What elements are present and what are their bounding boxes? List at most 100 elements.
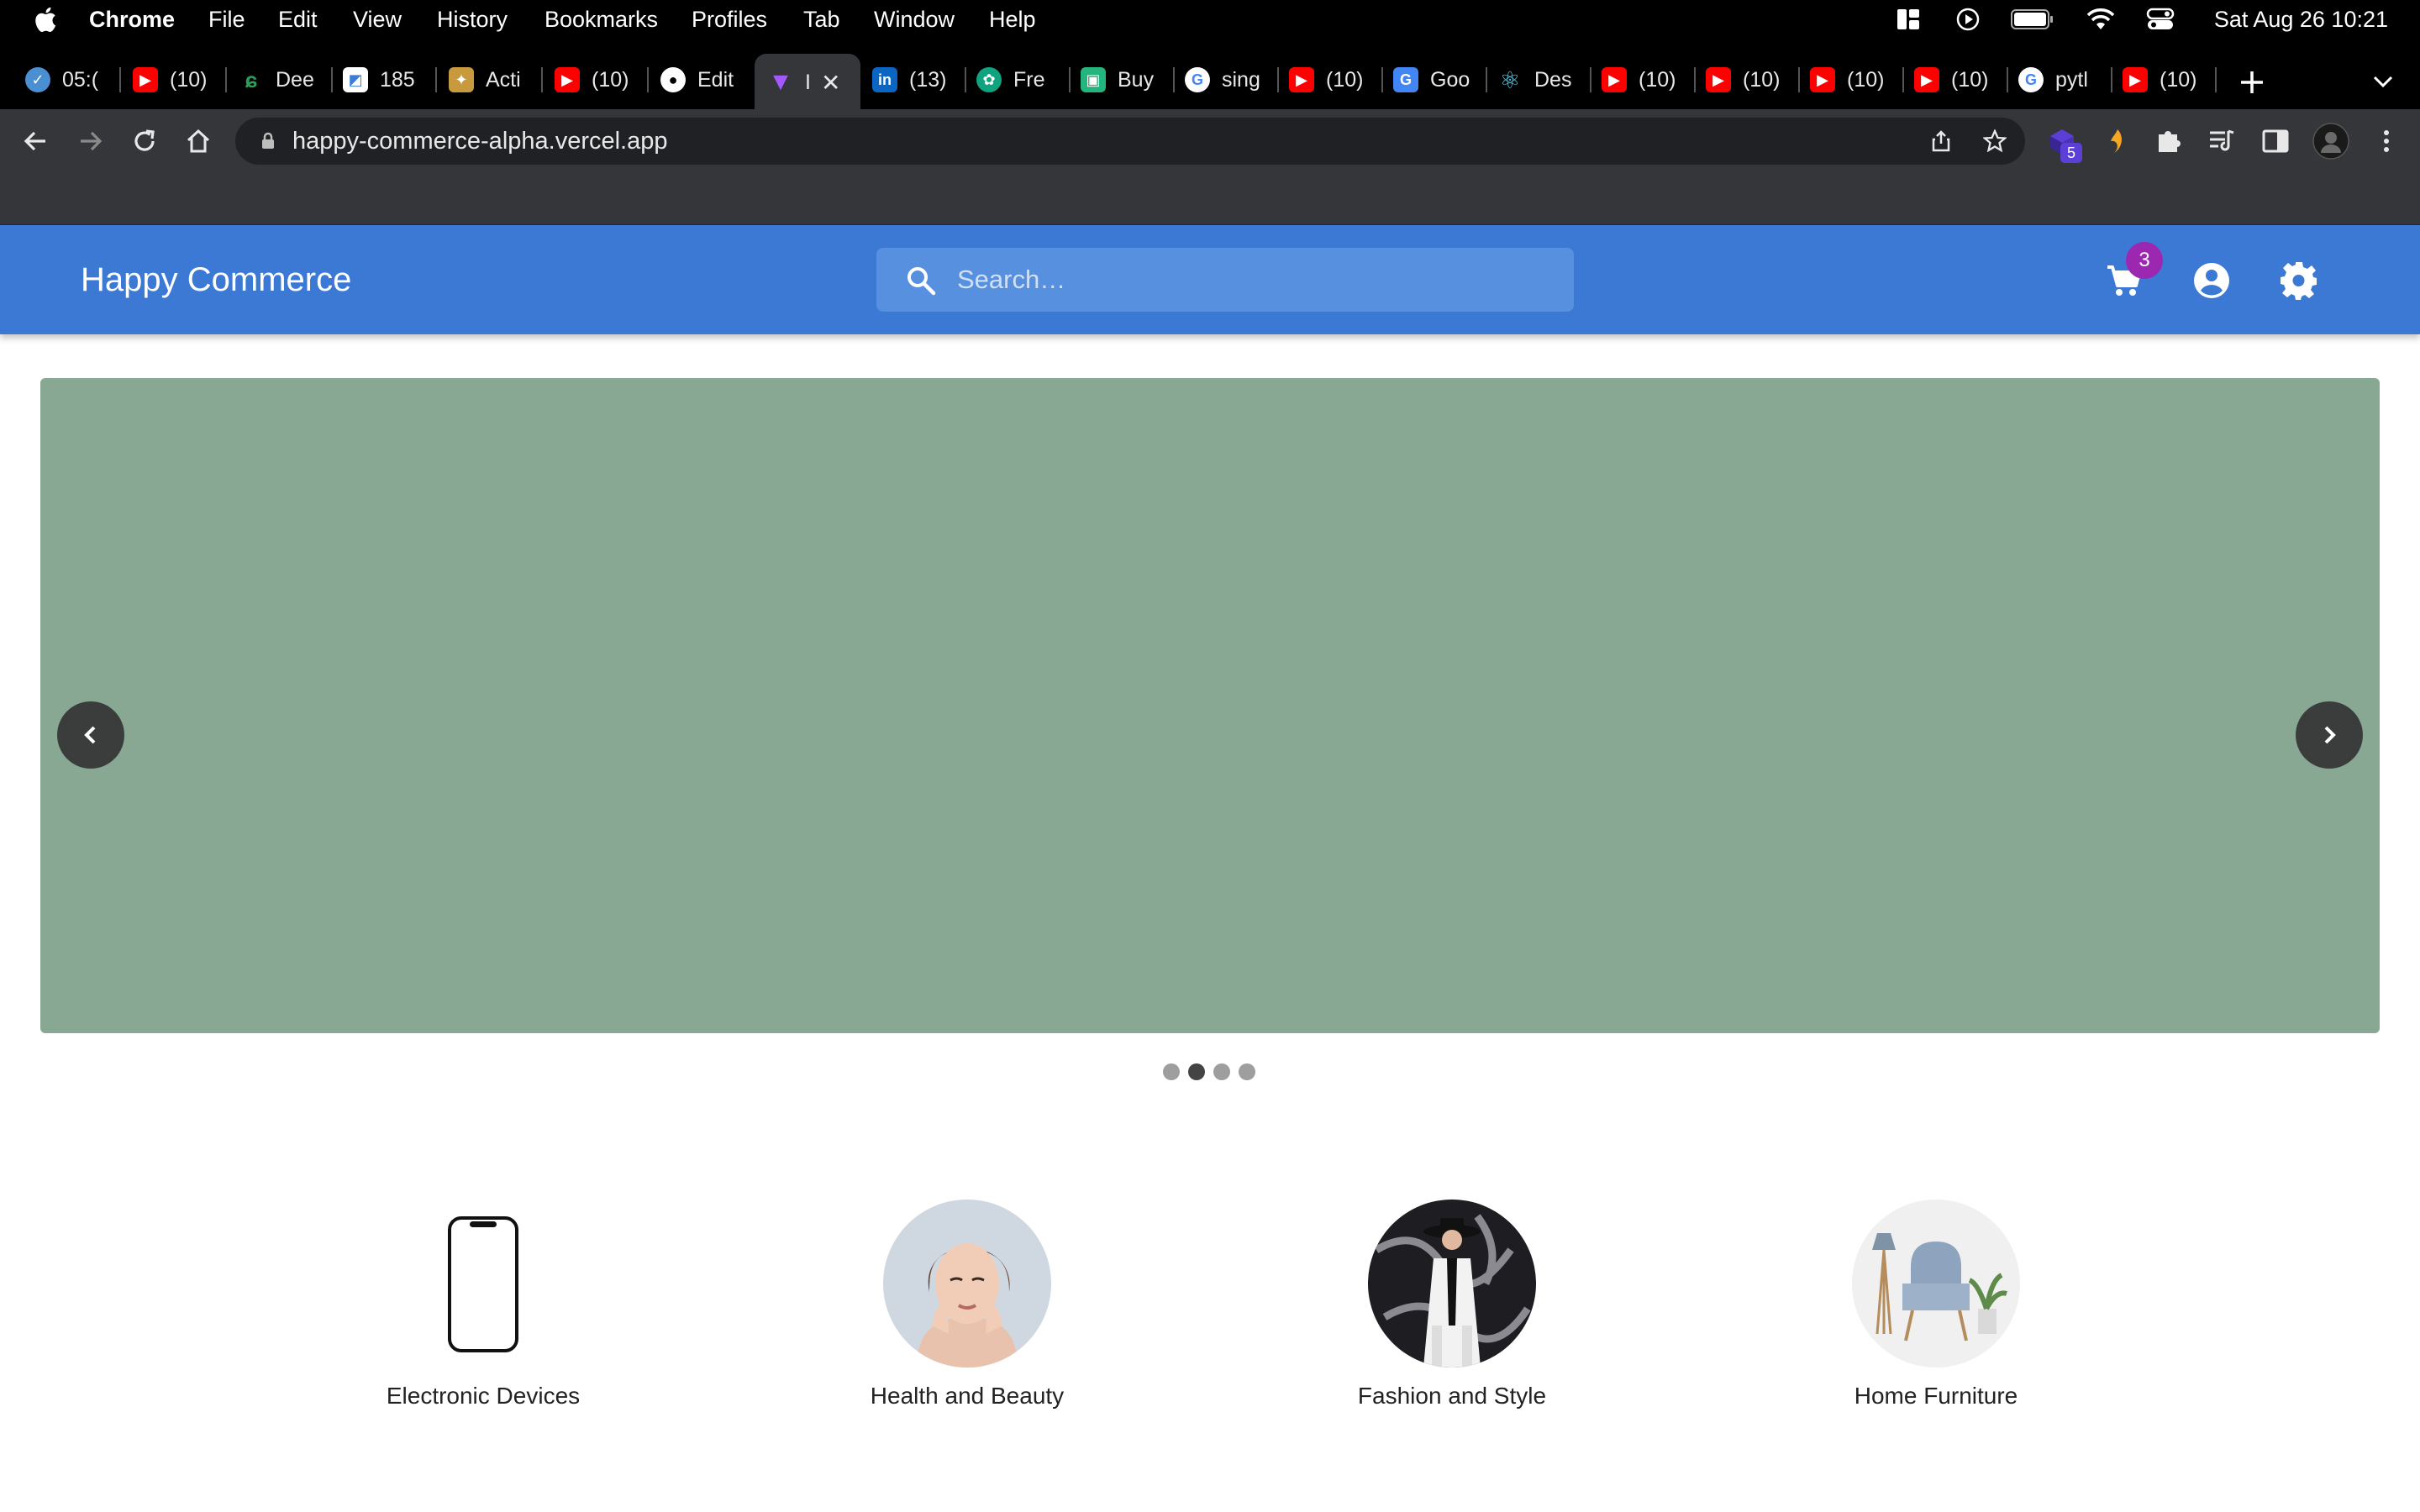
tab-13[interactable]: ▶ (10) <box>1289 59 1373 101</box>
youtube-icon: ▶ <box>1810 67 1835 92</box>
address-bar[interactable]: happy-commerce-alpha.vercel.app <box>235 118 2025 165</box>
tab-9[interactable]: in (13) <box>872 59 956 101</box>
lock-icon[interactable] <box>260 132 276 150</box>
tab-17[interactable]: ▶ (10) <box>1706 59 1790 101</box>
category-label: Fashion and Style <box>1357 1383 1547 1409</box>
tab-2[interactable]: ▶ (10) <box>133 59 217 101</box>
carousel-indicators <box>1163 1063 1255 1080</box>
home-icon[interactable] <box>183 126 213 156</box>
tab-4[interactable]: ◩ 185 <box>343 59 427 101</box>
menu-file[interactable]: File <box>208 0 245 39</box>
tab-19[interactable]: ▶ (10) <box>1914 59 1998 101</box>
document-icon: ◩ <box>343 67 368 92</box>
google-icon: G <box>1185 67 1210 92</box>
menu-history[interactable]: History <box>437 0 508 39</box>
tab-3[interactable]: ɕ Dee <box>239 59 323 101</box>
profile-avatar-icon[interactable] <box>2312 123 2349 160</box>
youtube-icon: ▶ <box>2123 67 2148 92</box>
carousel-dot-4[interactable] <box>1239 1063 1255 1080</box>
close-tab-icon[interactable]: ✕ <box>821 69 840 97</box>
tab-7[interactable]: ● Edit <box>660 59 744 101</box>
new-tab-plus-icon[interactable] <box>2238 69 2265 96</box>
youtube-icon: ▶ <box>1289 67 1314 92</box>
fashion-model-image <box>1368 1200 1536 1368</box>
tab-21[interactable]: ▶ (10) <box>2123 59 2207 101</box>
category-health-beauty[interactable]: Health and Beauty <box>841 1200 1093 1418</box>
chevron-right-icon <box>2324 726 2336 744</box>
carousel-dot-1[interactable] <box>1163 1063 1180 1080</box>
translate-icon: G <box>1393 67 1418 92</box>
category-home-furniture[interactable]: Home Furniture <box>1810 1200 2062 1418</box>
menu-view[interactable]: View <box>353 0 402 39</box>
search-input[interactable] <box>957 248 1545 312</box>
tab-12[interactable]: Gsing <box>1185 59 1269 101</box>
tab-5[interactable]: ✦ Acti <box>449 59 533 101</box>
category-label: Home Furniture <box>1854 1383 2018 1409</box>
youtube-icon: ▶ <box>1602 67 1627 92</box>
menu-clock[interactable]: Sat Aug 26 10:21 <box>2214 0 2388 39</box>
apple-logo-icon[interactable] <box>32 5 57 34</box>
tab-11[interactable]: ▣ Buy <box>1081 59 1165 101</box>
url-text[interactable]: happy-commerce-alpha.vercel.app <box>292 118 668 165</box>
linkedin-icon: in <box>872 67 897 92</box>
tab-16[interactable]: ▶ (10) <box>1602 59 1686 101</box>
carousel-next-button[interactable] <box>2296 701 2363 769</box>
share-icon[interactable] <box>1929 129 1953 153</box>
tab-14[interactable]: G Goo <box>1393 59 1477 101</box>
browser-tab-strip: ✓ 05:( ▶ (10) ɕ Dee ◩ 185 ✦ Acti ▶ (10) ● Edit … <box>0 39 2420 109</box>
openai-icon: ✿ <box>976 67 1002 92</box>
search-box[interactable] <box>876 248 1574 312</box>
search-icon <box>908 267 936 296</box>
reload-icon[interactable] <box>129 126 160 156</box>
smartphone-icon <box>448 1216 518 1352</box>
back-arrow-icon[interactable] <box>20 126 50 156</box>
cart-count-badge: 3 <box>2126 242 2163 279</box>
category-label: Health and Beauty <box>870 1383 1065 1409</box>
category-label: Electronic Devices <box>386 1383 581 1409</box>
tab-15[interactable]: ⚛ Des <box>1497 59 1581 101</box>
react-icon: ⚛ <box>1499 66 1521 93</box>
tab-8-active[interactable]: ▼ I ✕ <box>755 54 860 109</box>
menu-tab[interactable]: Tab <box>803 0 840 39</box>
tab-20[interactable]: Gpytl <box>2018 59 2102 101</box>
media-queue-icon[interactable] <box>2207 126 2237 156</box>
leaf-icon: ɕ <box>245 66 258 92</box>
account-circle-icon[interactable] <box>2191 260 2232 301</box>
menu-edit[interactable]: Edit <box>278 0 318 39</box>
carousel-dot-3[interactable] <box>1213 1063 1230 1080</box>
vite-icon: ▼ <box>768 68 793 96</box>
chevron-left-icon <box>84 726 96 744</box>
check-circle-icon: ✓ <box>25 67 50 92</box>
brand-title[interactable]: Happy Commerce <box>81 225 351 334</box>
shop-icon: ▣ <box>1081 67 1106 92</box>
chrome-menu-kebab-icon[interactable] <box>2371 126 2402 156</box>
macos-menu-bar: Chrome File Edit View History Bookmarks … <box>0 0 2420 39</box>
puzzle-icon: ✦ <box>449 67 474 92</box>
extensions-puzzle-icon[interactable] <box>2154 126 2184 156</box>
youtube-icon: ▶ <box>1914 67 1939 92</box>
beauty-portrait-image <box>883 1200 1051 1368</box>
side-panel-icon[interactable] <box>2260 126 2291 156</box>
youtube-icon: ▶ <box>1706 67 1731 92</box>
menu-bookmarks[interactable]: Bookmarks <box>544 0 658 39</box>
bookmark-star-icon[interactable] <box>1983 129 2007 153</box>
tab-1[interactable]: ✓ 05:( <box>25 59 109 101</box>
category-fashion-style[interactable]: Fashion and Style <box>1326 1200 1578 1418</box>
carousel-dot-2[interactable] <box>1188 1063 1205 1080</box>
menu-app-name[interactable]: Chrome <box>89 0 175 39</box>
menu-help[interactable]: Help <box>989 0 1036 39</box>
carousel-prev-button[interactable] <box>57 701 124 769</box>
youtube-icon: ▶ <box>555 67 580 92</box>
hero-carousel[interactable] <box>40 378 2380 1033</box>
tab-6[interactable]: ▶ (10) <box>555 59 639 101</box>
tab-18[interactable]: ▶ (10) <box>1810 59 1894 101</box>
tab-search-chevron-icon[interactable] <box>2371 72 2395 91</box>
menu-profiles[interactable]: Profiles <box>692 0 767 39</box>
settings-gear-icon[interactable] <box>2279 260 2319 301</box>
extension-flame-icon[interactable] <box>2101 126 2131 156</box>
menu-window[interactable]: Window <box>874 0 955 39</box>
tab-10[interactable]: ✿ Fre <box>976 59 1060 101</box>
forward-arrow-icon[interactable] <box>76 126 106 156</box>
category-electronic-devices[interactable]: Electronic Devices <box>357 1200 609 1418</box>
armchair-image <box>1852 1200 2020 1368</box>
